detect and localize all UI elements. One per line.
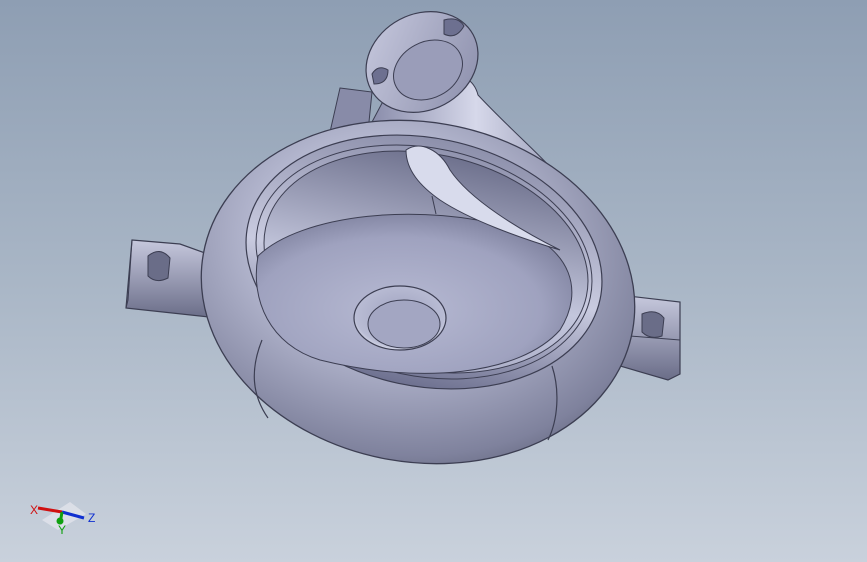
pump-volute-casing-model[interactable] [0,0,867,562]
y-axis-label: Y [58,523,66,534]
x-axis [37,506,63,514]
volute-body[interactable] [174,87,662,498]
foot-bolt-slot [147,251,171,282]
graphics-viewport[interactable]: X Z Y [0,0,867,562]
x-axis-label: X [30,503,38,517]
z-axis-label: Z [88,511,95,525]
coordinate-triad: X Z Y [30,502,95,534]
foot-bolt-slot [641,311,665,338]
